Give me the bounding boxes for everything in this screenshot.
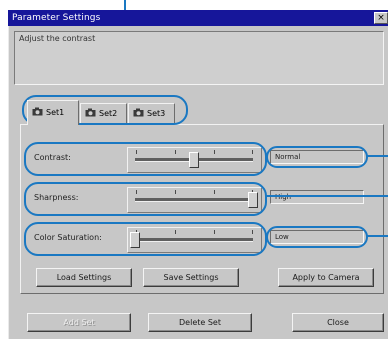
tab-set1-label: Set1 (46, 108, 65, 117)
delete-set-button[interactable]: Delete Set (148, 313, 252, 332)
description-text: Adjust the contrast (19, 34, 96, 43)
callout-line (266, 195, 388, 197)
contrast-highlight (24, 142, 267, 176)
window-close-button[interactable]: × (374, 12, 388, 24)
add-set-button[interactable]: Add Set (27, 313, 131, 332)
load-settings-button[interactable]: Load Settings (36, 268, 132, 287)
window-title: Parameter Settings (12, 13, 101, 23)
tab-set1[interactable]: Set1 (27, 100, 79, 125)
callout-line (366, 235, 388, 237)
sharpness-value: High (270, 190, 364, 204)
callout-line (366, 155, 388, 157)
camera-icon (32, 107, 43, 116)
apply-to-camera-button[interactable]: Apply to Camera (278, 268, 374, 287)
close-button[interactable]: Close (292, 313, 384, 332)
sharpness-highlight (24, 182, 267, 216)
color-saturation-highlight (24, 222, 267, 256)
color-saturation-value-highlight (266, 226, 368, 248)
contrast-value-highlight (266, 146, 368, 168)
save-settings-button[interactable]: Save Settings (143, 268, 239, 287)
